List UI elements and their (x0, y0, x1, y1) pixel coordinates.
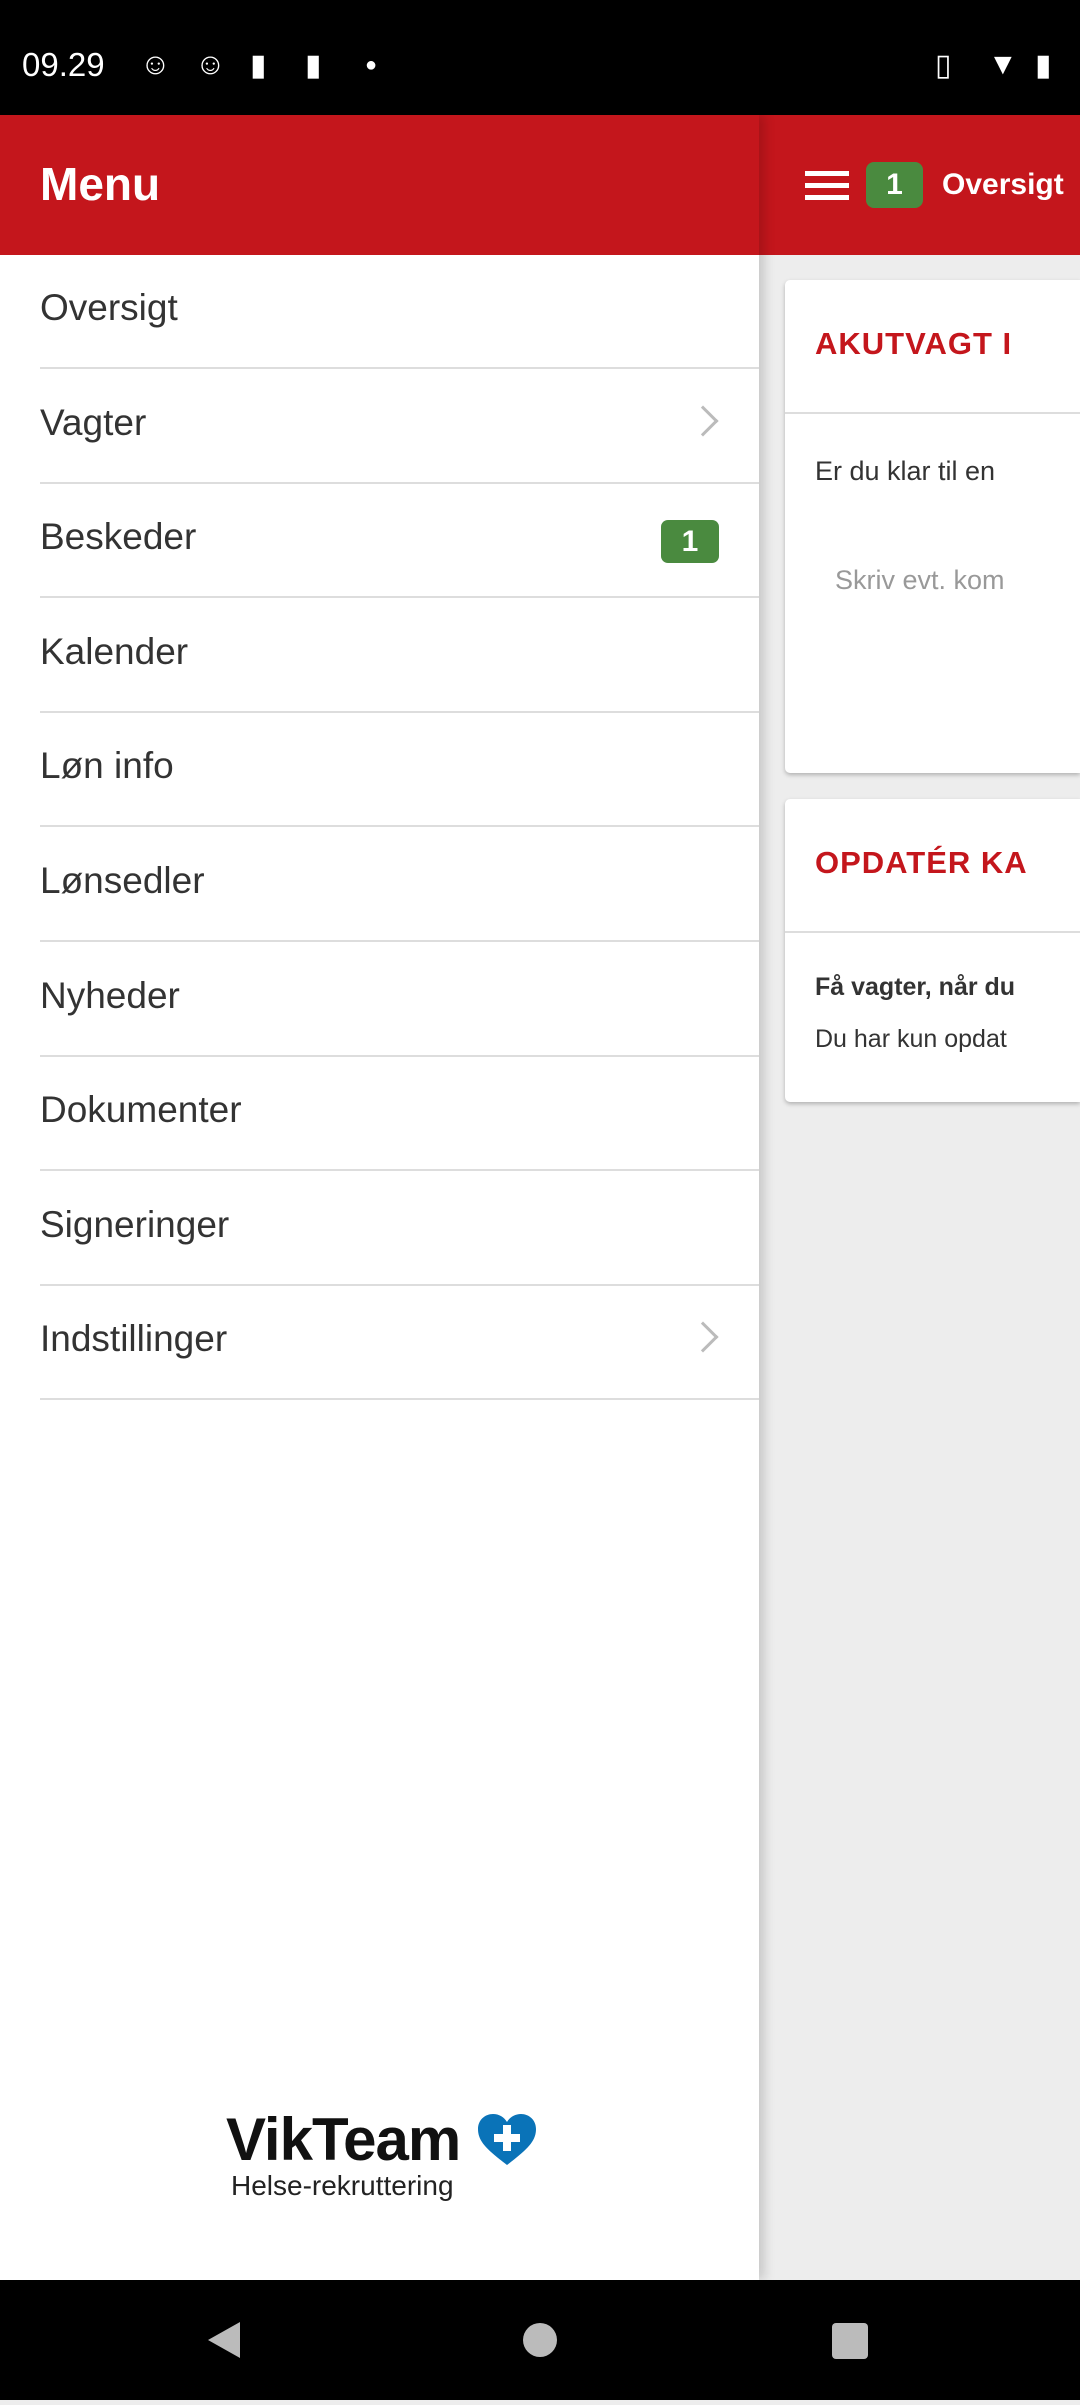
menu-item-lønsedler[interactable]: Lønsedler (40, 828, 759, 942)
menu-item-label: Lønsedler (40, 860, 205, 901)
card-title: OPDATÉR KA (815, 845, 1028, 880)
back-icon[interactable] (208, 2322, 240, 2358)
menu-item-label: Dokumenter (40, 1089, 242, 1131)
akutvagt-card: AKUTVAGT I Er du klar til en Skriv evt. … (785, 280, 1080, 773)
menu-item-label: Signeringer (40, 1203, 230, 1245)
card-text: Er du klar til en (815, 456, 996, 486)
vibrate-icon: ▯ (935, 49, 952, 82)
navigation-drawer: Menu Oversigt Vagter Beskeder 1 Kalender Løn … (0, 115, 759, 2280)
status-bar: 09.29 ☺ ☺ ▮ ▮ ● ▯ ▼ ▮ (0, 0, 1080, 115)
menu-item-label: Løn info (40, 745, 174, 787)
menu-item-label: Beskeder (40, 516, 197, 558)
battery-charging-icon: ▮ (1035, 49, 1052, 82)
notification-icon: ☺ (195, 48, 226, 81)
keyhole-icon: ▮ (305, 49, 322, 82)
system-nav-bar (0, 2280, 1080, 2400)
wifi-icon: ▼ (988, 48, 1018, 81)
unread-badge: 1 (661, 520, 719, 564)
heart-plus-icon (478, 2114, 536, 2165)
menu-item-label: Indstillinger (40, 1318, 228, 1360)
keyhole-icon: ▮ (250, 49, 267, 82)
update-calendar-card: OPDATÉR KA Få vagter, når du Du har kun … (785, 799, 1080, 1102)
home-icon[interactable] (523, 2323, 557, 2357)
logo-name: VikTeam (226, 2106, 461, 2173)
menu-item-kalender[interactable]: Kalender (40, 599, 759, 713)
comment-input[interactable]: Skriv evt. kom (835, 565, 1076, 596)
menu-item-label: Nyheder (40, 974, 180, 1016)
menu-item-nyheder[interactable]: Nyheder (40, 943, 759, 1057)
menu-item-signeringer[interactable]: Signeringer (40, 1172, 759, 1286)
menu-item-løn-info[interactable]: Løn info (40, 713, 759, 828)
chevron-right-icon (687, 405, 719, 437)
menu-item-indstillinger[interactable]: Indstillinger (40, 1286, 759, 1401)
page-title: Oversigt (942, 168, 1064, 201)
menu-item-label: Oversigt (40, 287, 178, 328)
menu-item-dokumenter[interactable]: Dokumenter (40, 1057, 759, 1172)
status-time: 09.29 (22, 46, 105, 83)
recents-icon[interactable] (832, 2323, 868, 2359)
drawer-header: Menu (0, 115, 759, 255)
menu-item-beskeder[interactable]: Beskeder 1 (40, 484, 759, 599)
menu-item-oversigt[interactable]: Oversigt (40, 255, 759, 369)
card-bold-text: Få vagter, når du (815, 973, 1016, 1001)
divider (785, 931, 1080, 933)
menu-item-label: Vagter (40, 401, 147, 443)
card-text: Du har kun opdat (815, 1025, 1007, 1053)
vikteam-logo: VikTeam Helse-rekruttering (226, 2105, 536, 2202)
divider (785, 412, 1080, 414)
menu-badge: 1 (866, 162, 923, 208)
notification-icon: ☺ (140, 48, 171, 81)
menu-item-label: Kalender (40, 630, 189, 672)
drawer-title: Menu (40, 158, 161, 210)
menu-item-vagter[interactable]: Vagter (40, 370, 759, 484)
card-title: AKUTVAGT I (815, 326, 1013, 361)
hamburger-menu-icon[interactable] (805, 171, 849, 201)
chevron-right-icon (687, 1321, 719, 1353)
more-notifications-icon: ● (365, 54, 378, 76)
logo-tagline: Helse-rekruttering (231, 2170, 454, 2201)
